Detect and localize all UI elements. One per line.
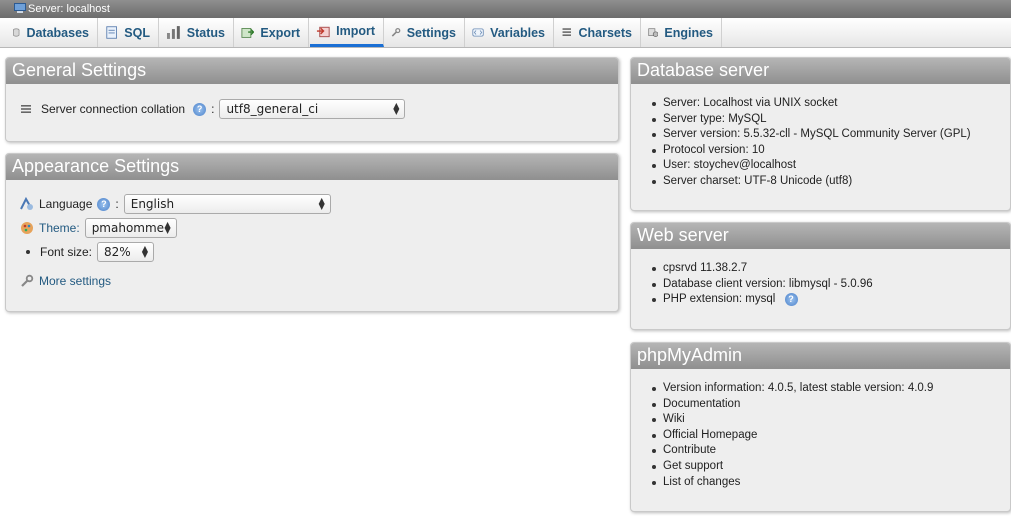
database-icon <box>13 28 20 37</box>
phpmyadmin-title: phpMyAdmin <box>631 343 1010 369</box>
tab-charsets[interactable]: Charsets <box>555 18 641 47</box>
charsets-icon <box>562 28 571 36</box>
documentation-link[interactable]: Documentation <box>652 397 1000 413</box>
wrench-icon <box>21 274 34 287</box>
tab-settings[interactable]: Settings <box>385 18 465 47</box>
language-select[interactable]: English ▲ ▼ <box>123 194 331 214</box>
contribute-link[interactable]: Contribute <box>652 443 1000 459</box>
wrench-icon <box>391 27 401 37</box>
web-server-list: cpsrvd 11.38.2.7 Database client version… <box>641 261 1000 308</box>
more-settings-row: More settings <box>20 269 604 293</box>
language-icon <box>20 197 33 210</box>
appearance-settings-panel: Appearance Settings Language ? : English… <box>5 153 619 312</box>
palette-icon <box>21 222 33 234</box>
collation-icon <box>21 105 31 113</box>
sql-icon <box>106 26 117 39</box>
variables-icon <box>472 28 484 37</box>
general-settings-panel: General Settings Server connection colla… <box>5 57 619 142</box>
select-arrows-icon: ▲ ▼ <box>318 196 325 211</box>
theme-link[interactable]: Theme: <box>39 221 80 235</box>
collation-row: Server connection collation ? : utf8_gen… <box>20 97 604 121</box>
tab-status[interactable]: Status <box>160 18 234 47</box>
database-server-list: Server: Localhost via UNIX socket Server… <box>641 96 1000 190</box>
list-item: Server: Localhost via UNIX socket <box>652 96 1000 112</box>
font-size-select[interactable]: 82% ▲ ▼ <box>97 242 155 262</box>
list-item: Protocol version: 10 <box>652 143 1000 159</box>
help-icon[interactable]: ? <box>193 102 207 116</box>
web-server-panel: Web server cpsrvd 11.38.2.7 Database cli… <box>630 222 1011 330</box>
export-icon <box>241 28 255 38</box>
top-tab-bar: Databases SQL Status Export Import Setti… <box>0 18 1011 48</box>
theme-select[interactable]: pmahomme ▲ ▼ <box>84 218 177 238</box>
web-server-title: Web server <box>631 223 1010 249</box>
bullet-icon <box>26 250 30 254</box>
server-breadcrumb-link[interactable]: Server: localhost <box>28 3 110 15</box>
status-icon <box>166 26 180 39</box>
phpmyadmin-list: Version information: 4.0.5, latest stabl… <box>641 381 1000 490</box>
tab-import[interactable]: Import <box>310 18 384 47</box>
server-icon <box>14 3 26 13</box>
language-label: Language <box>39 197 93 211</box>
import-icon <box>316 26 330 37</box>
list-item: Server type: MySQL <box>652 112 1000 128</box>
select-arrows-icon: ▲ ▼ <box>393 101 400 116</box>
select-arrows-icon: ▲ ▼ <box>164 220 171 235</box>
help-icon[interactable]: ? <box>97 197 111 211</box>
database-server-panel: Database server Server: Localhost via UN… <box>630 57 1011 211</box>
font-size-row: Font size: 82% ▲ ▼ <box>20 240 604 264</box>
version-info: Version information: 4.0.5, latest stabl… <box>652 381 1000 397</box>
appearance-settings-title: Appearance Settings <box>6 154 618 180</box>
list-item: Server charset: UTF-8 Unicode (utf8) <box>652 174 1000 190</box>
database-server-title: Database server <box>631 58 1010 84</box>
phpmyadmin-panel: phpMyAdmin Version information: 4.0.5, l… <box>630 342 1011 512</box>
official-homepage-link[interactable]: Official Homepage <box>652 428 1000 444</box>
language-row: Language ? : English ▲ ▼ <box>20 192 604 216</box>
help-icon[interactable]: ? <box>784 293 798 307</box>
list-item: User: stoychev@localhost <box>652 158 1000 174</box>
server-breadcrumb-bar: Server: localhost <box>0 0 1011 18</box>
list-item: Database client version: libmysql - 5.0.… <box>652 277 1000 293</box>
tab-export[interactable]: Export <box>235 18 309 47</box>
collation-select[interactable]: utf8_general_ci ▲ ▼ <box>219 99 406 119</box>
theme-row: Theme: pmahomme ▲ ▼ <box>20 216 604 240</box>
more-settings-link[interactable]: More settings <box>39 274 111 288</box>
list-item: Server version: 5.5.32-cll - MySQL Commu… <box>652 127 1000 143</box>
list-item: cpsrvd 11.38.2.7 <box>652 261 1000 277</box>
list-of-changes-link[interactable]: List of changes <box>652 475 1000 491</box>
tab-variables[interactable]: Variables <box>466 18 554 47</box>
get-support-link[interactable]: Get support <box>652 459 1000 475</box>
collation-label: Server connection collation <box>41 102 186 116</box>
general-settings-title: General Settings <box>6 58 618 84</box>
tab-engines[interactable]: Engines <box>642 18 722 47</box>
tab-databases[interactable]: Databases <box>6 18 98 47</box>
select-arrows-icon: ▲ ▼ <box>141 244 149 259</box>
wiki-link[interactable]: Wiki <box>652 412 1000 428</box>
list-item: PHP extension: mysql ? <box>652 292 1000 308</box>
font-size-label: Font size: <box>40 245 93 259</box>
tab-sql[interactable]: SQL <box>99 18 159 47</box>
engines-icon <box>648 28 659 37</box>
